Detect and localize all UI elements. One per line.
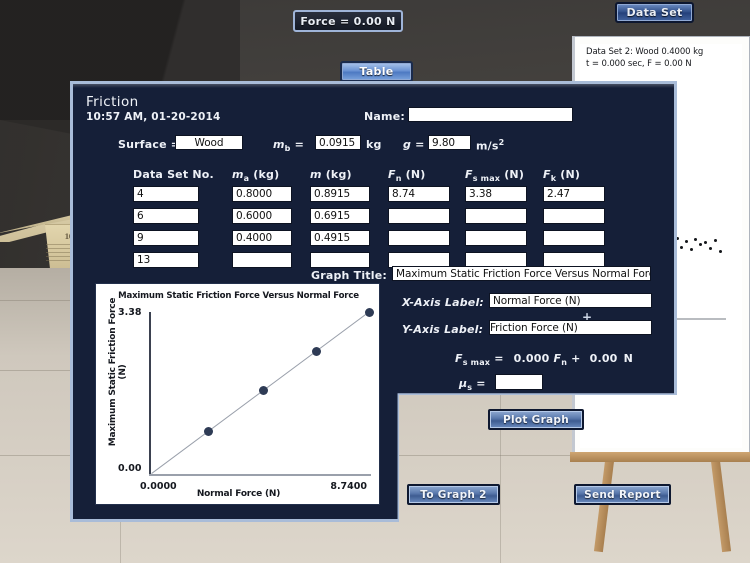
name-label: Name:	[364, 110, 405, 123]
x-axis-label: X-Axis Label:	[402, 296, 485, 309]
send-report-button-label: Send Report	[584, 488, 661, 501]
dialog-title: Friction	[86, 94, 139, 110]
cell-fsmax-row-2[interactable]	[465, 208, 527, 224]
fit-equals: =	[494, 352, 504, 365]
cell-ma-row-1[interactable]: 0.8000	[232, 186, 292, 202]
to-graph-2-button[interactable]: To Graph 2	[407, 484, 500, 505]
column-header-ma: ma (kg)	[232, 168, 280, 184]
dialog-timestamp: 10:57 AM, 01-20-2014	[86, 111, 221, 123]
cell-ma-row-2[interactable]: 0.6000	[232, 208, 292, 224]
cell-fk-row-1[interactable]: 2.47	[543, 186, 605, 202]
mass-block-label: mb =	[273, 138, 304, 153]
graph-panel: Maximum Static Friction Force Versus Nor…	[95, 283, 380, 505]
table-button-label: Table	[359, 65, 394, 78]
whiteboard-note: Data Set 2: Wood 0.4000 kg t = 0.000 sec…	[586, 46, 736, 70]
g-unit-exponent: 2	[498, 138, 505, 147]
graph-y-tick-min: 0.00	[118, 463, 142, 474]
column-header-fn: Fn (N)	[388, 168, 426, 184]
cell-m-row-1[interactable]: 0.8915	[310, 186, 370, 202]
graph-x-tick-min: 0.0000	[140, 481, 177, 492]
mb-symbol: m	[273, 138, 285, 151]
plot-graph-button[interactable]: Plot Graph	[488, 409, 584, 430]
column-header-set_no: Data Set No.	[133, 168, 214, 181]
graph-data-point	[203, 427, 213, 437]
dialog-highlight	[73, 84, 674, 88]
graph-y-tick-max: 3.38	[118, 307, 142, 318]
graph-title-label: Graph Title:	[311, 269, 387, 282]
mb-unit: kg	[366, 138, 382, 151]
fit-slope: 0.000	[513, 352, 550, 365]
y-axis-label: Y-Axis Label:	[402, 323, 484, 336]
cell-fn-row-3[interactable]	[388, 230, 450, 246]
cell-fn-row-2[interactable]	[388, 208, 450, 224]
whiteboard-note-line2: t = 0.000 sec, F = 0.00 N	[586, 59, 692, 69]
graph-plot-area	[151, 312, 369, 474]
gravity-label: g =	[403, 138, 425, 151]
surface-input[interactable]: Wood	[175, 135, 243, 150]
column-header-fsmax: Fs max (N)	[465, 168, 525, 184]
column-header-fk: Fk (N)	[543, 168, 581, 184]
whiteboard-note-line1: Data Set 2: Wood 0.4000 kg	[586, 47, 704, 57]
graph-title-input[interactable]: Maximum Static Friction Force Versus Nor…	[392, 266, 651, 281]
fit-plus: +	[571, 352, 581, 365]
g-symbol: g	[403, 138, 412, 151]
cell-ma-row-4[interactable]	[232, 252, 292, 268]
fit-lhs-subscript: s max	[462, 358, 491, 368]
cell-set_no-row-1[interactable]: 4	[133, 186, 199, 202]
x-axis-input[interactable]: Normal Force (N)	[489, 293, 652, 308]
mb-subscript: b	[284, 144, 291, 154]
graph-x-tick-max: 8.7400	[330, 481, 367, 492]
cell-fn-row-1[interactable]: 8.74	[388, 186, 450, 202]
cell-m-row-3[interactable]: 0.4915	[310, 230, 370, 246]
send-report-button[interactable]: Send Report	[574, 484, 671, 505]
to-graph-2-button-label: To Graph 2	[420, 488, 487, 501]
force-readout: Force = 0.00 N	[293, 10, 403, 32]
cell-set_no-row-2[interactable]: 6	[133, 208, 199, 224]
cell-m-row-2[interactable]: 0.6915	[310, 208, 370, 224]
fit-unit: N	[623, 352, 633, 365]
g-unit: m/s2	[476, 138, 504, 153]
g-input[interactable]: 9.80	[428, 135, 471, 150]
cell-ma-row-3[interactable]: 0.4000	[232, 230, 292, 246]
column-header-m: m (kg)	[310, 168, 352, 181]
cell-fsmax-row-1[interactable]: 3.38	[465, 186, 527, 202]
mu-s-label: μs =	[459, 377, 486, 392]
force-readout-text: Force = 0.00 N	[300, 14, 396, 28]
fit-equation: Fs max = 0.000 Fn + 0.00 N	[455, 352, 633, 367]
data-set-button-label: Data Set	[626, 6, 683, 19]
friction-dialog: Friction 10:57 AM, 01-20-2014 Name: Surf…	[70, 81, 677, 522]
fit-lhs-symbol: F	[455, 352, 463, 365]
cell-set_no-row-4[interactable]: 13	[133, 252, 199, 268]
y-axis-input[interactable]: Friction Force (N)	[489, 320, 652, 335]
name-input[interactable]	[408, 107, 573, 122]
mu-s-input[interactable]	[495, 374, 543, 390]
g-equals: =	[415, 138, 425, 151]
cell-fk-row-2[interactable]	[543, 208, 605, 224]
surface-label: Surface =	[118, 138, 181, 151]
fit-intercept: 0.00	[589, 352, 618, 365]
graph-data-point	[364, 307, 374, 317]
cell-fk-row-3[interactable]	[543, 230, 605, 246]
mb-input[interactable]: 0.0915	[315, 135, 361, 150]
mb-equals: =	[294, 138, 305, 151]
plot-graph-button-label: Plot Graph	[502, 413, 570, 426]
graph-plot-title: Maximum Static Friction Force Versus Nor…	[118, 291, 359, 301]
screen: 100 Force = 0.00 N Table Data Set Data S…	[0, 0, 750, 563]
table-button[interactable]: Table	[340, 61, 413, 82]
data-set-button[interactable]: Data Set	[615, 2, 694, 23]
cell-fsmax-row-3[interactable]	[465, 230, 527, 246]
mu-equals: =	[476, 377, 486, 390]
mu-subscript: s	[467, 383, 473, 393]
graph-data-point	[311, 347, 321, 357]
cell-set_no-row-3[interactable]: 9	[133, 230, 199, 246]
cell-m-row-4[interactable]	[310, 252, 370, 268]
fit-variable-subscript: n	[561, 358, 568, 368]
g-unit-base: m/s	[476, 139, 499, 153]
